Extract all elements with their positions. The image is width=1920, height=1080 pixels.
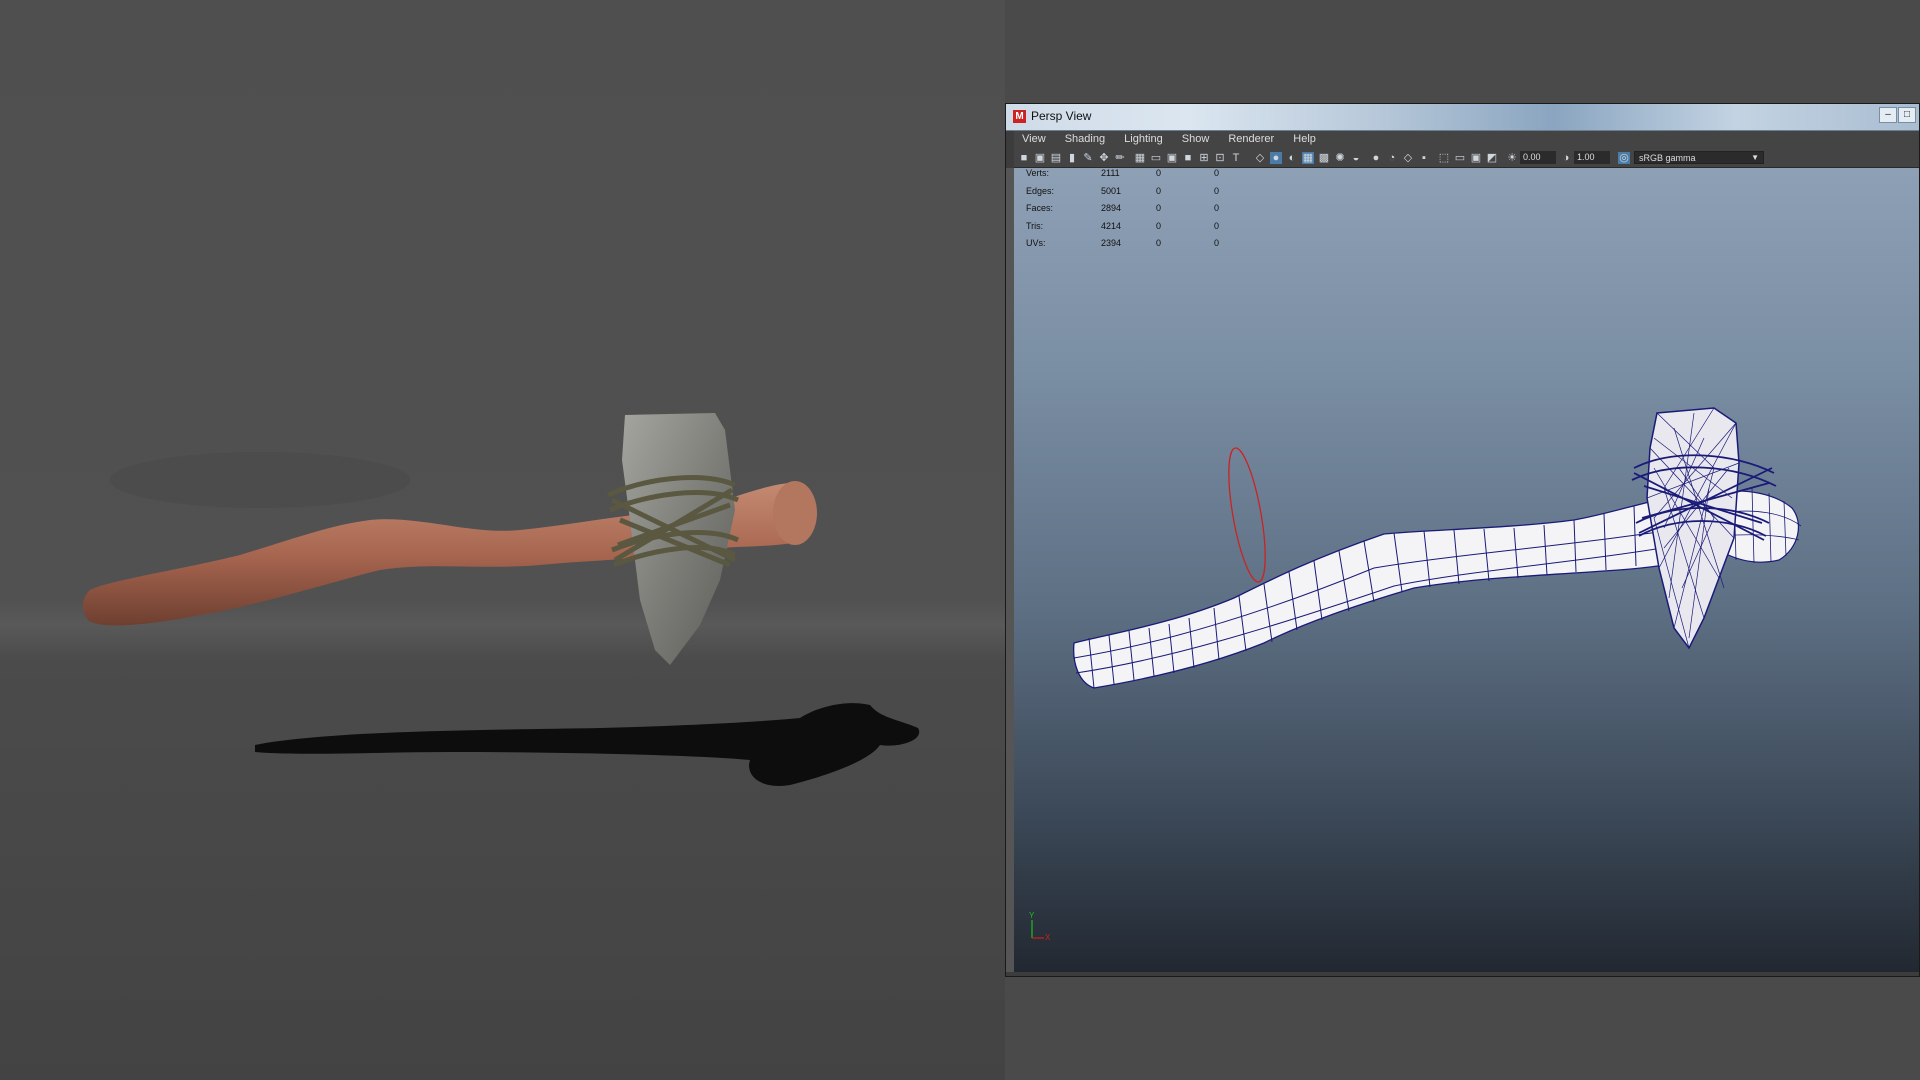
menu-renderer[interactable]: Renderer (1228, 133, 1274, 145)
menu-show[interactable]: Show (1182, 133, 1210, 145)
axis-y-label: Y (1029, 911, 1035, 920)
xray-active-components-icon[interactable]: ◩ (1486, 152, 1498, 164)
view-transform-dropdown[interactable]: sRGB gamma ▼ (1634, 151, 1764, 164)
wireframe-on-shaded-icon[interactable]: ▦ (1302, 152, 1314, 164)
panel-menubar: View Shading Lighting Show Renderer Help (1014, 131, 1919, 149)
motion-blur-icon[interactable]: ◔ (1386, 152, 1398, 164)
xray-joints-icon[interactable]: ▣ (1470, 152, 1482, 164)
gate-mask-icon[interactable]: ■ (1182, 152, 1194, 164)
shadows-icon[interactable]: ◒ (1350, 152, 1362, 164)
exposure-field[interactable]: 0.00 (1520, 151, 1556, 164)
bookmark-icon[interactable]: ▮ (1066, 152, 1078, 164)
persp-view-window[interactable]: M Persp View – □ View Shading Lighting S… (1005, 103, 1920, 977)
minimize-icon[interactable]: – (1879, 107, 1897, 123)
camera-attributes-icon[interactable]: ▤ (1050, 152, 1062, 164)
multisample-aa-icon[interactable]: ◇ (1402, 152, 1414, 164)
isolate-select-icon[interactable]: ⬚ (1438, 152, 1450, 164)
panel-left-rail (1006, 168, 1014, 972)
window-title: Persp View (1031, 109, 1092, 123)
field-chart-icon[interactable]: ⊞ (1198, 152, 1210, 164)
maya-logo-icon: M (1013, 110, 1026, 123)
chevron-down-icon: ▼ (1751, 153, 1759, 162)
use-all-lights-icon[interactable]: ✺ (1334, 152, 1346, 164)
menu-lighting[interactable]: Lighting (1124, 133, 1163, 145)
selection-ring (1228, 447, 1266, 583)
menu-shading[interactable]: Shading (1065, 133, 1105, 145)
axis-x-label: X (1045, 933, 1051, 942)
menu-view[interactable]: View (1022, 133, 1046, 145)
view-transform-value: sRGB gamma (1639, 153, 1696, 163)
screen-space-ao-icon[interactable]: ● (1370, 152, 1382, 164)
grease-pencil-icon[interactable]: ✏ (1114, 152, 1126, 164)
default-material-icon[interactable]: ◐ (1286, 152, 1298, 164)
textured-icon[interactable]: ▩ (1318, 152, 1330, 164)
wire-handle (1073, 490, 1727, 689)
select-camera-icon[interactable]: ■ (1018, 152, 1030, 164)
safe-action-icon[interactable]: ⊡ (1214, 152, 1226, 164)
window-titlebar[interactable]: M Persp View – □ (1006, 104, 1919, 131)
image-plane-icon[interactable]: ✎ (1082, 152, 1094, 164)
smooth-shade-icon[interactable]: ● (1270, 152, 1282, 164)
safe-title-icon[interactable]: T (1230, 152, 1242, 164)
persp-viewport[interactable]: Verts: 2111 0 0 Edges: 5001 0 0 Faces: 2… (1014, 168, 1919, 972)
menu-help[interactable]: Help (1293, 133, 1316, 145)
lock-camera-icon[interactable]: ▣ (1034, 152, 1046, 164)
xray-icon[interactable]: ▭ (1454, 152, 1466, 164)
gamma-field[interactable]: 1.00 (1574, 151, 1610, 164)
depth-of-field-icon[interactable]: ▪ (1418, 152, 1430, 164)
exposure-icon[interactable]: ☀ (1506, 152, 1518, 164)
twod-pan-zoom-icon[interactable]: ✥ (1098, 152, 1110, 164)
view-axis-gizmo: Y X (1029, 911, 1051, 942)
axe-render (82, 413, 920, 786)
resolution-gate-icon[interactable]: ▣ (1166, 152, 1178, 164)
render-preview (0, 0, 1005, 1080)
axe-shadow (255, 703, 920, 786)
gamma-icon[interactable]: ◑ (1560, 152, 1572, 164)
wireframe-axe: Y X (1029, 407, 1802, 942)
panel-toolbar: ■ ▣ ▤ ▮ ✎ ✥ ✏ ▦ ▭ ▣ ■ ⊞ ⊡ T ◇ ● ◐ ▦ ▩ ✺ … (1014, 149, 1919, 168)
wireframe-icon[interactable]: ◇ (1254, 152, 1266, 164)
color-management-icon[interactable]: ◎ (1618, 152, 1630, 164)
grid-icon[interactable]: ▦ (1134, 152, 1146, 164)
desktop-background (1005, 975, 1920, 1080)
maximize-icon[interactable]: □ (1898, 107, 1916, 123)
film-gate-icon[interactable]: ▭ (1150, 152, 1162, 164)
